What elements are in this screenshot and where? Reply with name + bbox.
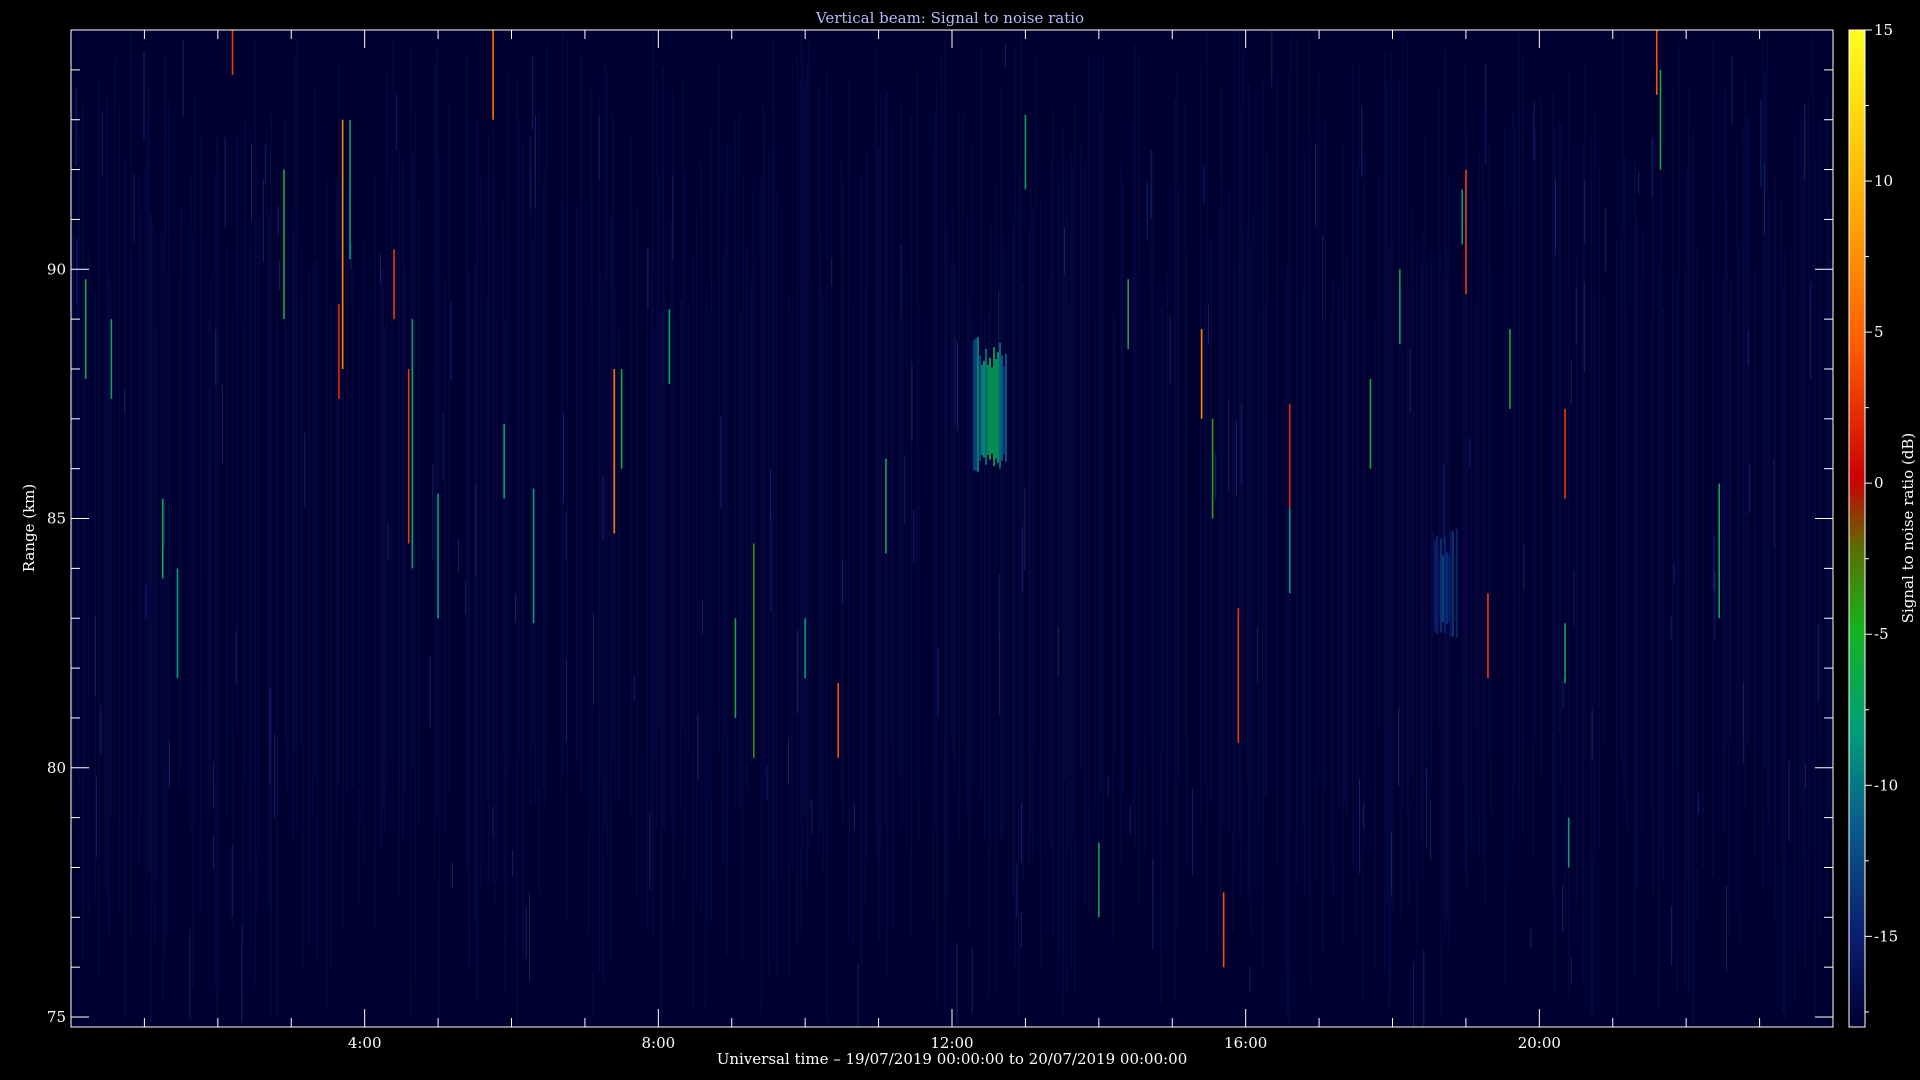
y-tick-label: 90 bbox=[47, 260, 66, 278]
colorbar bbox=[1848, 29, 1866, 1028]
snr-chart: Vertical beam: Signal to noise ratio 4:0… bbox=[20, 9, 1917, 1068]
colorbar-tick-label: -10 bbox=[1874, 776, 1898, 794]
y-tick-label: 75 bbox=[47, 1008, 66, 1026]
colorbar-label: Signal to noise ratio (dB) bbox=[1899, 433, 1917, 624]
y-axis-label: Range (km) bbox=[20, 484, 38, 573]
colorbar-tick-label: 15 bbox=[1874, 21, 1893, 39]
colorbar-ticks: 15 10 5 0 -5 -10 -15 bbox=[1865, 21, 1898, 1013]
echo-feature bbox=[1431, 528, 1458, 639]
x-tick-label: 4:00 bbox=[348, 1034, 382, 1052]
y-tick-label: 80 bbox=[47, 759, 66, 777]
y-tick-label: 85 bbox=[47, 510, 66, 528]
x-tick-label: 8:00 bbox=[641, 1034, 675, 1052]
x-tick-label: 20:00 bbox=[1518, 1034, 1561, 1052]
x-tick-label: 16:00 bbox=[1224, 1034, 1267, 1052]
colorbar-tick-label: -15 bbox=[1874, 927, 1898, 945]
colorbar-tick-label: 5 bbox=[1874, 323, 1884, 341]
x-axis-label: Universal time – 19/07/2019 00:00:00 to … bbox=[717, 1050, 1188, 1068]
colorbar-tick-label: -5 bbox=[1874, 625, 1889, 643]
colorbar-tick-label: 0 bbox=[1874, 474, 1884, 492]
chart-title: Vertical beam: Signal to noise ratio bbox=[815, 9, 1084, 27]
colorbar-tick-label: 10 bbox=[1874, 172, 1893, 190]
